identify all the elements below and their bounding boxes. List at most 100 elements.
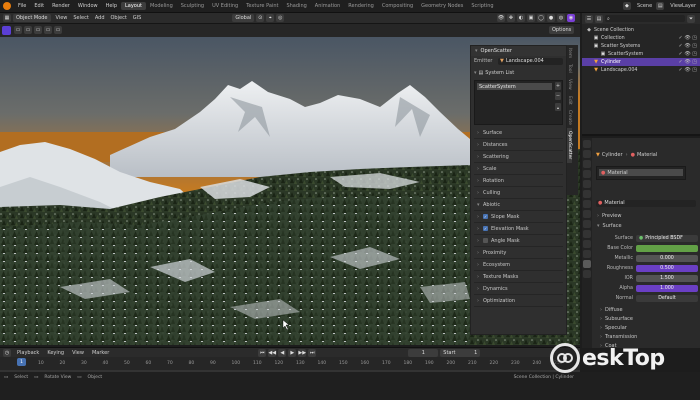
tool-properties-tab-icon[interactable] xyxy=(583,140,591,148)
workspace-tab-geometry-nodes[interactable]: Geometry Nodes xyxy=(417,2,467,10)
scatter-section-surface[interactable]: › Surface xyxy=(474,127,563,139)
viewport-menu-view[interactable]: View xyxy=(53,15,71,21)
filter-icon[interactable]: ⏷ xyxy=(687,14,695,23)
transform-orientation-dropdown[interactable]: Global xyxy=(232,14,255,22)
workspace-tab-layout[interactable]: Layout xyxy=(121,2,146,10)
outliner-search-input[interactable]: ⌕ xyxy=(605,15,685,22)
outliner-row[interactable]: ◆ Scene Collection xyxy=(582,26,700,34)
editor-type-icon[interactable]: ▦ xyxy=(3,14,11,22)
start-frame-field[interactable]: Start 1 xyxy=(440,348,481,357)
bsdf-subsection[interactable]: › Diffuse xyxy=(600,306,623,314)
select-mode-extend-icon[interactable]: ▭ xyxy=(24,26,32,34)
prev-keyframe-icon[interactable]: ◀◀ xyxy=(268,348,277,357)
play-icon[interactable]: ▶ xyxy=(288,348,297,357)
scatter-section-texture-masks[interactable]: › Texture Masks xyxy=(474,271,563,283)
overlay-icon[interactable]: ◐ xyxy=(517,14,525,22)
bsdf-subsection[interactable]: › Transmission xyxy=(600,333,637,341)
outliner-row[interactable]: ▼ Cylinder ✓ 👁 ◳ xyxy=(582,58,700,66)
jump-start-icon[interactable]: ⏮ xyxy=(258,348,267,357)
add-system-icon[interactable]: + xyxy=(555,82,561,90)
select-mode-subtract-icon[interactable]: ▭ xyxy=(34,26,42,34)
visibility-toggle-icon[interactable]: ✓ 👁 ◳ xyxy=(679,35,697,41)
bsdf-subsection[interactable]: › Subsurface xyxy=(600,315,633,323)
move-up-icon[interactable]: ▴ xyxy=(555,103,561,111)
scatter-section-proximity[interactable]: › Proximity xyxy=(474,247,563,259)
scatter-section-culling[interactable]: › Culling xyxy=(474,187,563,199)
snap-icon[interactable]: ⌖ xyxy=(266,14,275,22)
visibility-toggle-icon[interactable]: ✓ 👁 ◳ xyxy=(679,59,697,65)
timeline-menu-playback[interactable]: Playback xyxy=(13,350,43,356)
surface-section[interactable]: ▾ Surface xyxy=(597,222,622,230)
scatter-section-abiotic[interactable]: ▾ Abiotic xyxy=(474,199,563,211)
visibility-toggle-icon[interactable]: ✓ 👁 ◳ xyxy=(679,43,697,49)
material-slot-item[interactable]: ● Material xyxy=(599,169,683,176)
workspace-tab-modeling[interactable]: Modeling xyxy=(146,2,177,10)
scatter-section-rotation[interactable]: › Rotation xyxy=(474,175,563,187)
output-properties-tab-icon[interactable] xyxy=(583,160,591,168)
shading-rendered-icon[interactable]: ◉ xyxy=(567,14,575,22)
visibility-toggle-icon[interactable]: ✓ 👁 ◳ xyxy=(679,51,697,57)
sidebar-tab-edit[interactable]: Edit xyxy=(567,93,572,108)
visibility-icon[interactable]: 👁 xyxy=(497,14,505,22)
outliner-editor-type-icon[interactable]: ☰ xyxy=(585,14,593,23)
object-properties-tab-icon[interactable] xyxy=(583,200,591,208)
data-properties-tab-icon[interactable] xyxy=(583,250,591,258)
workspace-tab-texture-paint[interactable]: Texture Paint xyxy=(242,2,282,10)
shading-solid-icon[interactable]: ● xyxy=(547,14,555,22)
workspace-tab-scripting[interactable]: Scripting xyxy=(467,2,497,10)
world-properties-tab-icon[interactable] xyxy=(583,190,591,198)
outliner-row[interactable]: ▣ Collection ✓ 👁 ◳ xyxy=(582,34,700,42)
viewport-menu-gis[interactable]: GIS xyxy=(130,15,145,21)
scatter-section-elevation-mask[interactable]: › ✓ Elevation Mask xyxy=(474,223,563,235)
material-slot-list[interactable]: ● Material xyxy=(596,166,686,180)
next-keyframe-icon[interactable]: ▶▶ xyxy=(298,348,307,357)
scatter-section-angle-mask[interactable]: › Angle Mask xyxy=(474,235,563,247)
outliner-row[interactable]: ▣ ScatterSystem ✓ 👁 ◳ xyxy=(582,50,700,58)
menu-window[interactable]: Window xyxy=(74,3,102,9)
timeline-menu-marker[interactable]: Marker xyxy=(88,350,113,356)
render-properties-tab-icon[interactable] xyxy=(583,150,591,158)
blender-logo-icon[interactable] xyxy=(3,2,11,10)
sidebar-tab-create[interactable]: Create xyxy=(567,107,572,128)
bsdf-field-value[interactable]: 1.500 xyxy=(636,274,698,282)
particles-properties-tab-icon[interactable] xyxy=(583,220,591,228)
bsdf-field-value[interactable]: Default xyxy=(636,294,698,302)
visibility-toggle-icon[interactable]: ✓ 👁 ◳ xyxy=(679,67,697,73)
view-layer-selector[interactable]: ViewLayer xyxy=(666,3,700,9)
timeline-menu-view[interactable]: View xyxy=(68,350,88,356)
gizmo-icon[interactable]: ✥ xyxy=(507,14,515,22)
display-mode-icon[interactable]: ▤ xyxy=(595,14,603,23)
menu-render[interactable]: Render xyxy=(48,3,74,9)
current-frame-field[interactable]: 1 xyxy=(408,348,439,357)
bsdf-field-value[interactable] xyxy=(636,244,698,252)
constraints-properties-tab-icon[interactable] xyxy=(583,240,591,248)
options-dropdown[interactable]: Options xyxy=(549,26,575,34)
emitter-field[interactable]: ▼ Landscape.004 xyxy=(498,57,563,65)
scatter-section-dynamics[interactable]: › Dynamics xyxy=(474,283,563,295)
section-checkbox[interactable]: ✓ xyxy=(483,226,488,231)
openscatter-panel-header[interactable]: ▾ OpenScatter xyxy=(471,46,566,56)
section-checkbox[interactable] xyxy=(483,238,488,243)
jump-end-icon[interactable]: ⏭ xyxy=(308,348,317,357)
sidebar-tab-tool[interactable]: Tool xyxy=(567,61,572,76)
remove-system-icon[interactable]: − xyxy=(555,92,561,100)
bsdf-subsection[interactable]: › Specular xyxy=(600,324,627,332)
workspace-tab-compositing[interactable]: Compositing xyxy=(378,2,417,10)
menu-file[interactable]: File xyxy=(14,3,30,9)
shading-wireframe-icon[interactable]: ◯ xyxy=(537,14,545,22)
workspace-tab-shading[interactable]: Shading xyxy=(282,2,310,10)
pivot-icon[interactable]: ⊙ xyxy=(256,14,265,22)
workspace-tab-sculpting[interactable]: Sculpting xyxy=(177,2,208,10)
shading-material-icon[interactable]: ◍ xyxy=(557,14,565,22)
scene-properties-tab-icon[interactable] xyxy=(583,180,591,188)
material-name-field[interactable]: ● Material xyxy=(596,199,696,207)
timeline-playhead[interactable]: 1 xyxy=(17,358,26,366)
timeline-editor-type-icon[interactable]: ◷ xyxy=(3,348,11,357)
sidebar-tab-openscatter[interactable]: OpenScatter xyxy=(567,128,572,163)
scene-selector[interactable]: Scene xyxy=(633,3,656,9)
scatter-section-ecosystem[interactable]: › Ecosystem xyxy=(474,259,563,271)
bsdf-field-value[interactable]: 0.500 xyxy=(636,264,698,272)
timeline-menu-keying[interactable]: Keying xyxy=(43,350,68,356)
outliner-row[interactable]: ▼ Landscape.004 ✓ 👁 ◳ xyxy=(582,66,700,74)
select-mode-intersect-icon[interactable]: ▭ xyxy=(54,26,62,34)
